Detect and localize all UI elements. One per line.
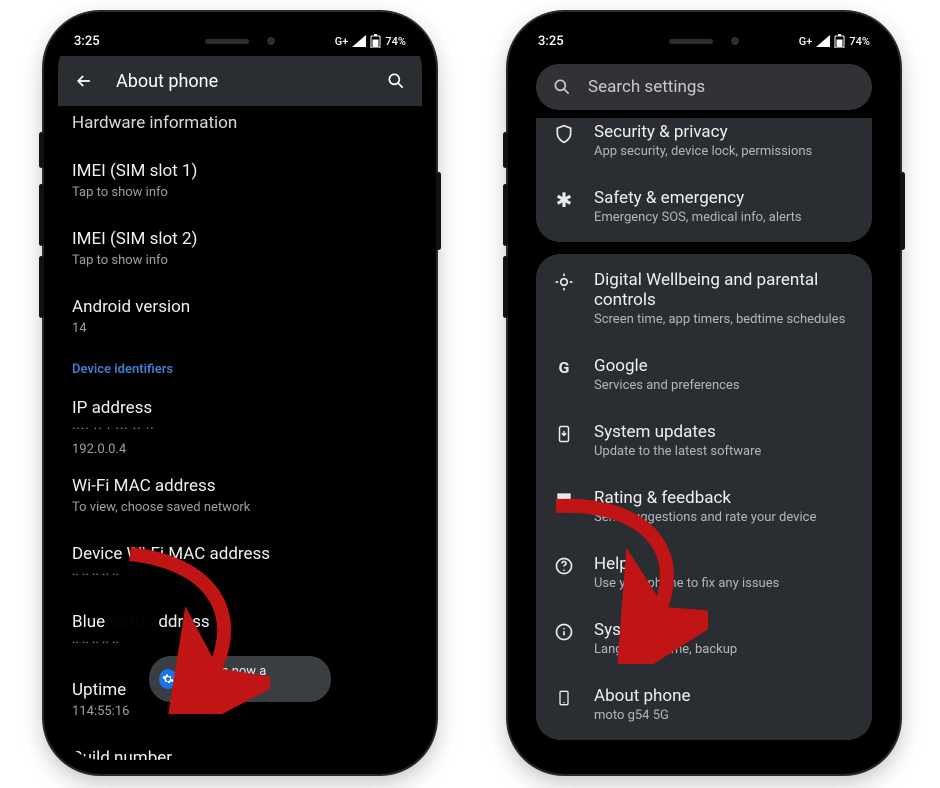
settings-item-wellbeing[interactable]: Digital Wellbeing and parental controls …: [536, 256, 872, 342]
page-title: About phone: [116, 71, 364, 92]
settings-item-google[interactable]: G Google Services and preferences: [536, 342, 872, 408]
status-battery-text: 74%: [849, 35, 870, 48]
item-subtitle: Screen time, app timers, bedtime schedul…: [594, 312, 858, 328]
item-title: Google: [594, 356, 740, 376]
status-network-label: G+: [799, 35, 813, 48]
item-title: Safety & emergency: [594, 188, 802, 208]
search-icon[interactable]: [384, 69, 408, 93]
help-icon: [550, 556, 578, 576]
item-title: Security & privacy: [594, 122, 812, 142]
settings-item-feedback[interactable]: Rating & feedback Send suggestions and r…: [536, 474, 872, 540]
phone-notch: [620, 26, 788, 56]
phone-screen: 3:25 G+ 74% Search settings Security & p…: [522, 26, 886, 760]
item-title: Android version: [72, 296, 408, 318]
list-item[interactable]: Android version 14: [72, 284, 408, 352]
settings-item-system[interactable]: System Languages, time, backup: [536, 606, 872, 672]
signal-icon: [352, 35, 366, 47]
item-title: Digital Wellbeing and parental controls: [594, 270, 858, 310]
item-subtitle: App security, device lock, permissions: [594, 144, 812, 160]
status-time: 3:25: [74, 34, 100, 49]
info-icon: [550, 622, 578, 642]
item-subtitle: Services and preferences: [594, 378, 740, 394]
item-title: Hardware information: [72, 112, 408, 134]
item-title: Bluetooth address: [72, 611, 408, 633]
list-item[interactable]: Build number U1TD: [72, 735, 408, 760]
item-subtitle: 114:55:16: [72, 703, 408, 721]
google-icon: G: [550, 358, 578, 377]
settings-item-safety[interactable]: ✱ Safety & emergency Emergency SOS, medi…: [536, 174, 872, 240]
item-subtitle-masked: ·· ·· ·· ·· ··: [72, 567, 408, 585]
item-subtitle: Emergency SOS, medical info, alerts: [594, 210, 802, 226]
item-title: Build number: [72, 747, 408, 760]
settings-item-help[interactable]: Help Use your phone to fix any issues: [536, 540, 872, 606]
shield-icon: [550, 124, 578, 144]
gear-icon: [159, 669, 177, 689]
item-subtitle-masked: ···· ·· · ··· ·· ··: [72, 421, 408, 439]
system-update-icon: [550, 424, 578, 444]
item-subtitle: Send suggestions and rate your device: [594, 510, 816, 526]
list-item[interactable]: IP address ···· ·· · ··· ·· ·· 192.0.0.4: [72, 385, 408, 463]
item-subtitle: 192.0.0.4: [72, 441, 408, 459]
search-icon: [552, 77, 572, 97]
item-title: System: [594, 620, 737, 640]
item-subtitle: Tap to show info: [72, 184, 408, 202]
list-item[interactable]: IMEI (SIM slot 2) Tap to show info: [72, 216, 408, 284]
list-item[interactable]: Hardware information: [72, 106, 408, 148]
settings-card: Security & privacy App security, device …: [536, 118, 872, 242]
status-time: 3:25: [538, 34, 564, 49]
item-subtitle: 14: [72, 320, 408, 338]
toast-text: You are now a developer!: [185, 664, 315, 694]
item-subtitle: Use your phone to fix any issues: [594, 576, 779, 592]
asterisk-icon: ✱: [550, 190, 578, 210]
signal-icon: [816, 35, 830, 47]
battery-icon: [834, 34, 845, 48]
item-title: Wi-Fi MAC address: [72, 475, 408, 497]
list-item[interactable]: IMEI (SIM slot 1) Tap to show info: [72, 148, 408, 216]
item-title: About phone: [594, 686, 691, 706]
feedback-icon: [550, 490, 578, 510]
phone-mockup-left: 3:25 G+ 74% About phone Hardware informa…: [44, 12, 436, 774]
phone-screen: 3:25 G+ 74% About phone Hardware informa…: [58, 26, 422, 760]
item-subtitle-masked: ·· ·· ·· ·· ··: [72, 635, 408, 653]
search-settings[interactable]: Search settings: [536, 64, 872, 110]
item-subtitle: moto g54 5G: [594, 708, 691, 724]
app-bar: About phone: [58, 56, 422, 106]
back-icon[interactable]: [72, 69, 96, 93]
settings-item-security[interactable]: Security & privacy App security, device …: [536, 118, 872, 174]
item-title: Device Wi-Fi MAC address: [72, 543, 408, 565]
item-subtitle: Tap to show info: [72, 252, 408, 270]
toast-developer: You are now a developer!: [149, 656, 331, 702]
item-subtitle: To view, choose saved network: [72, 499, 408, 517]
list-item[interactable]: Wi-Fi MAC address To view, choose saved …: [72, 463, 408, 531]
wellbeing-icon: [550, 272, 578, 292]
battery-icon: [370, 34, 381, 48]
section-header: Device identifiers: [72, 362, 408, 377]
search-placeholder: Search settings: [588, 77, 705, 97]
list-item[interactable]: Device Wi-Fi MAC address ·· ·· ·· ·· ··: [72, 531, 408, 599]
item-subtitle: Languages, time, backup: [594, 642, 737, 658]
status-network-label: G+: [335, 35, 349, 48]
item-title: IMEI (SIM slot 2): [72, 228, 408, 250]
item-subtitle: Update to the latest software: [594, 444, 761, 460]
item-title: IP address: [72, 397, 408, 419]
item-title: Rating & feedback: [594, 488, 816, 508]
item-title: System updates: [594, 422, 761, 442]
settings-item-updates[interactable]: System updates Update to the latest soft…: [536, 408, 872, 474]
phone-notch: [156, 26, 324, 56]
phone-mockup-right: 3:25 G+ 74% Search settings Security & p…: [508, 12, 900, 774]
status-battery-text: 74%: [385, 35, 406, 48]
settings-card: Digital Wellbeing and parental controls …: [536, 254, 872, 740]
settings-item-about-phone[interactable]: About phone moto g54 5G: [536, 672, 872, 738]
item-title: IMEI (SIM slot 1): [72, 160, 408, 182]
phone-icon: [550, 688, 578, 708]
item-title: Help: [594, 554, 779, 574]
